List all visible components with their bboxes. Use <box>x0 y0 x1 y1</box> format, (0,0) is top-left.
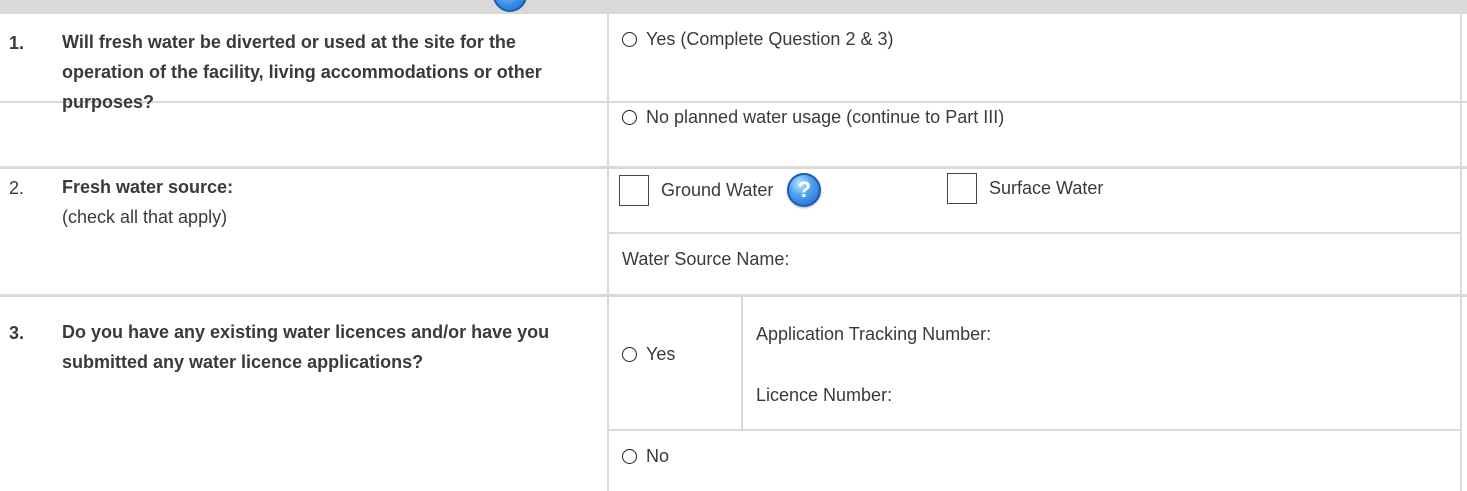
cell-divider <box>607 101 1460 103</box>
question-number: 3. <box>9 323 25 343</box>
column-divider <box>607 12 609 491</box>
question-text: Will fresh water be diverted or used at … <box>62 32 542 112</box>
surface-water-option[interactable]: Surface Water <box>947 173 1103 204</box>
cell-divider <box>607 232 1460 234</box>
option-no[interactable]: No <box>622 446 669 467</box>
question-text: Fresh water source: (check all that appl… <box>62 172 582 232</box>
cell-divider <box>607 429 1460 431</box>
water-source-name-label: Water Source Name: <box>622 249 790 269</box>
right-border <box>1460 12 1462 491</box>
option-label: No <box>646 446 670 466</box>
option-label: Yes <box>646 344 676 364</box>
radio-button[interactable] <box>622 347 637 362</box>
question-number: 2. <box>9 178 25 198</box>
option-label: Ground Water <box>661 179 774 200</box>
option-yes[interactable]: Yes <box>622 344 675 365</box>
option-label: No planned water usage (continue to Part… <box>646 107 1005 127</box>
checkbox[interactable] <box>619 174 649 206</box>
column-divider <box>741 297 743 431</box>
application-tracking-label: Application Tracking Number: <box>756 324 992 344</box>
licence-number-label: Licence Number: <box>756 385 893 405</box>
option-label: Yes (Complete Question 2 & 3) <box>646 29 894 49</box>
question-subtext: (check all that apply) <box>62 207 228 227</box>
row-divider <box>0 294 1467 297</box>
option-label: Surface Water <box>989 178 1104 198</box>
radio-button[interactable] <box>622 110 637 125</box>
help-icon[interactable]: ? <box>787 173 822 207</box>
question-text: Do you have any existing water licences … <box>62 322 550 372</box>
checkbox[interactable] <box>947 173 977 204</box>
row-divider <box>0 166 1467 169</box>
question-number: 1. <box>9 33 25 53</box>
option-no[interactable]: No planned water usage (continue to Part… <box>622 107 1004 128</box>
table-top-border <box>0 12 1467 14</box>
top-border <box>0 0 1467 12</box>
option-yes[interactable]: Yes (Complete Question 2 & 3) <box>622 29 893 50</box>
ground-water-option[interactable]: Ground Water ? <box>619 173 822 207</box>
question-title: Fresh water source: <box>62 177 234 197</box>
radio-button[interactable] <box>622 32 637 47</box>
radio-button[interactable] <box>622 449 637 464</box>
